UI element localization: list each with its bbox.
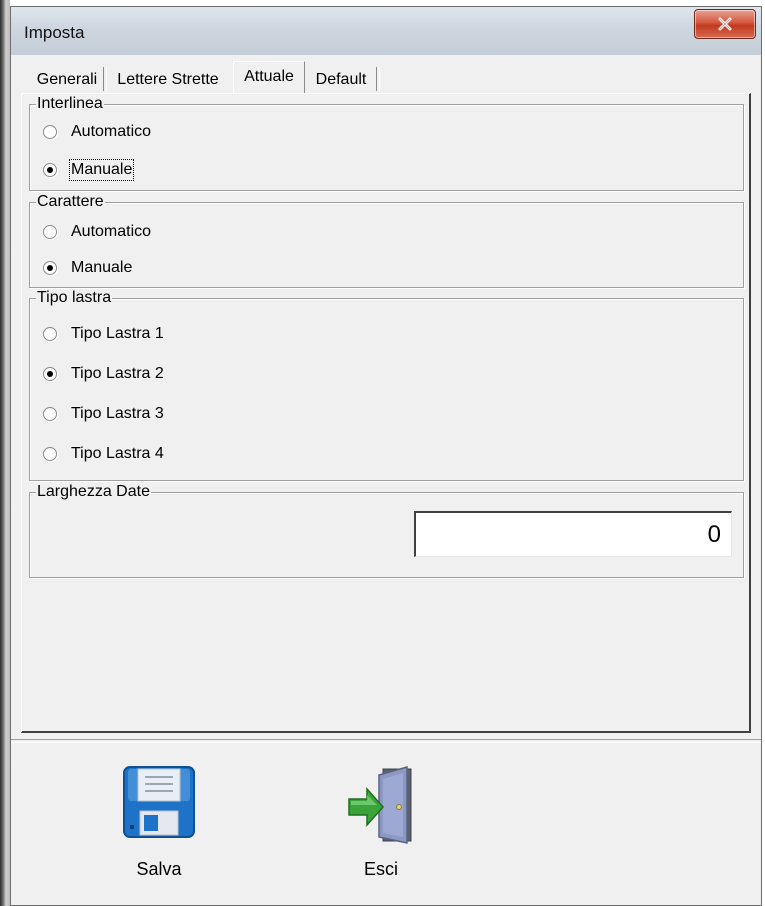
group-carattere: Carattere Automatico Manuale [29, 193, 744, 288]
close-icon [718, 17, 732, 31]
group-larghezza-date: Larghezza Date [29, 483, 744, 578]
radio-label: Manuale [68, 159, 135, 181]
radio-interlinea-manuale[interactable]: Manuale [43, 159, 135, 181]
radio-label: Automatico [71, 123, 152, 140]
tab-lettere-strette[interactable]: Lettere Strette [107, 67, 229, 93]
radio-circle [43, 261, 57, 275]
save-button[interactable]: Salva [109, 765, 209, 880]
radio-label: Tipo Lastra 3 [71, 405, 164, 422]
group-interlinea-title: Interlinea [36, 95, 104, 113]
group-larghezza-date-title: Larghezza Date [36, 483, 151, 501]
radio-circle [43, 447, 57, 461]
group-tipo-lastra: Tipo lastra Tipo Lastra 1 Tipo Lastra 2 … [29, 289, 744, 481]
radio-label: Tipo Lastra 2 [71, 365, 164, 382]
radio-dot [47, 265, 53, 271]
window-title: Imposta [24, 23, 85, 42]
exit-label: Esci [363, 859, 398, 879]
tab-default[interactable]: Default [308, 67, 374, 93]
exit-button[interactable]: Esci [331, 765, 431, 880]
radio-label: Tipo Lastra 4 [71, 445, 164, 462]
radio-circle [43, 367, 57, 381]
radio-interlinea-automatico[interactable]: Automatico [43, 121, 151, 143]
dialog-client-area: Generali Lettere Strette Attuale Default… [11, 55, 761, 905]
tab-separator [376, 67, 380, 91]
footer-separator [11, 739, 761, 743]
group-carattere-title: Carattere [36, 193, 105, 211]
tab-generali[interactable]: Generali [32, 67, 102, 93]
radio-carattere-automatico[interactable]: Automatico [43, 221, 151, 243]
background-window-edge [0, 0, 10, 906]
radio-tipo-lastra-3[interactable]: Tipo Lastra 3 [43, 403, 164, 425]
group-interlinea: Interlinea Automatico Manuale [29, 95, 744, 191]
radio-label: Automatico [71, 223, 152, 240]
radio-circle [43, 163, 57, 177]
radio-label: Manuale [71, 259, 133, 276]
radio-dot [47, 167, 53, 173]
tab-attuale[interactable]: Attuale [233, 61, 305, 93]
group-tipo-lastra-title: Tipo lastra [36, 289, 113, 307]
radio-circle [43, 407, 57, 421]
radio-carattere-manuale[interactable]: Manuale [43, 257, 132, 279]
save-label: Salva [136, 859, 182, 879]
radio-label: Tipo Lastra 1 [71, 325, 164, 342]
radio-circle [43, 327, 57, 341]
radio-dot [47, 371, 53, 377]
tab-panel-attuale: Interlinea Automatico Manuale Carattere … [21, 93, 751, 733]
close-button[interactable] [694, 9, 756, 39]
title-bar[interactable]: Imposta [11, 7, 761, 56]
radio-tipo-lastra-1[interactable]: Tipo Lastra 1 [43, 323, 164, 345]
imposta-dialog: Imposta Generali Lettere Strette Attuale… [10, 6, 762, 906]
floppy-disk-icon [123, 766, 195, 838]
radio-circle [43, 125, 57, 139]
radio-tipo-lastra-4[interactable]: Tipo Lastra 4 [43, 443, 164, 465]
radio-circle [43, 225, 57, 239]
larghezza-date-input[interactable] [414, 511, 732, 557]
exit-door-icon [348, 766, 412, 844]
radio-tipo-lastra-2[interactable]: Tipo Lastra 2 [43, 363, 164, 385]
